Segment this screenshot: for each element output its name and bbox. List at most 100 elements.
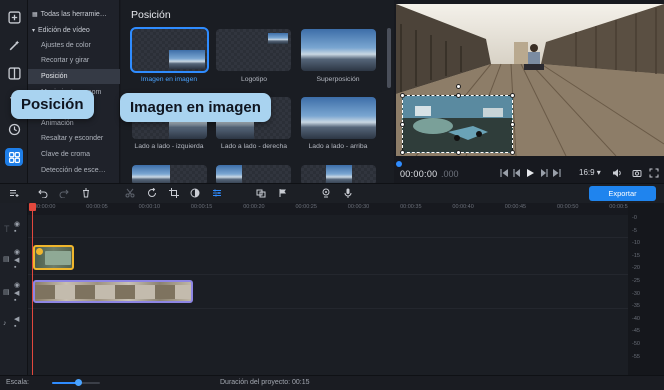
ruler-tick-label: 00:00:30 — [347, 204, 370, 210]
tooltip-position: Posición — [11, 90, 94, 119]
volume-icon[interactable]: ◀ — [14, 289, 19, 297]
overlay-clip[interactable] — [33, 245, 74, 270]
rotate-icon[interactable] — [146, 187, 158, 199]
pip-overlay[interactable] — [402, 95, 513, 153]
resize-handle[interactable] — [456, 150, 461, 155]
magic-wand-icon[interactable] — [5, 36, 23, 54]
ruler-tick-label: 00:00:10 — [138, 204, 161, 210]
lock-icon[interactable]: ▪ — [14, 323, 16, 330]
aspect-ratio-select[interactable]: 16:9 ▾ — [579, 168, 601, 177]
tile-logo[interactable] — [216, 29, 291, 71]
tile-thumbnail — [268, 33, 288, 44]
category-highlight-hide[interactable]: Resaltar y esconder — [28, 131, 120, 146]
video-preview[interactable] — [396, 4, 664, 156]
tile-more-2[interactable] — [216, 165, 291, 183]
category-label: Resaltar y esconder — [41, 135, 104, 142]
tile-side-top[interactable] — [301, 97, 376, 139]
meter-db-label: -20 — [632, 265, 640, 272]
category-color-adjust[interactable]: Ajustes de color — [28, 38, 120, 53]
clock-icon[interactable] — [5, 120, 23, 138]
tooltip-pip: Imagen en imagen — [120, 93, 271, 122]
resize-handle[interactable] — [400, 93, 405, 98]
category-position[interactable]: Posición — [28, 69, 120, 84]
chevron-down-icon: ▾ — [32, 28, 36, 34]
main-video-clip[interactable] — [33, 280, 193, 303]
transition-wizard-icon[interactable] — [255, 187, 267, 199]
lock-icon[interactable]: ▪ — [14, 297, 16, 304]
snapshot-icon[interactable] — [631, 167, 643, 179]
redo-icon[interactable] — [58, 187, 70, 199]
ruler-tick-label: 00:00:00 — [34, 204, 56, 210]
add-track-icon[interactable] — [8, 187, 20, 199]
meter-db-label: -10 — [632, 240, 640, 247]
meter-db-label: -5 — [632, 227, 637, 234]
video-track-icon[interactable]: ▤ — [3, 288, 10, 296]
webcam-icon[interactable] — [320, 187, 332, 199]
crop-icon[interactable] — [168, 187, 180, 199]
resize-handle[interactable] — [510, 150, 515, 155]
skip-start-icon[interactable] — [498, 167, 510, 179]
pip-frame — [403, 96, 512, 152]
video-track-icon[interactable]: ▤ — [3, 255, 10, 263]
tile-picture-in-picture[interactable] — [130, 27, 209, 73]
category-scene-detection[interactable]: Detección de esce… — [28, 163, 120, 178]
visibility-eye-icon[interactable]: ◉ — [14, 281, 20, 289]
export-button[interactable]: Exportar — [589, 186, 656, 201]
tile-more-3[interactable] — [301, 165, 376, 183]
tile-thumbnail — [216, 165, 242, 183]
volume-icon[interactable]: ◀ — [14, 256, 19, 264]
tile-more-1[interactable] — [132, 165, 207, 183]
play-icon[interactable] — [524, 167, 536, 179]
import-icon[interactable] — [5, 8, 23, 26]
resize-handle[interactable] — [510, 122, 515, 127]
video-editor-window: ▦ Todas las herramie… ▾ Edición de vídeo A… — [0, 0, 664, 390]
rotate-handle[interactable] — [456, 84, 461, 89]
resize-handle[interactable] — [400, 150, 405, 155]
volume-icon[interactable] — [611, 167, 623, 179]
transitions-icon[interactable] — [5, 64, 23, 82]
lock-icon[interactable]: ▪ — [14, 264, 16, 271]
resize-handle[interactable] — [456, 93, 461, 98]
tile-thumbnail — [169, 50, 205, 69]
music-track-icon[interactable]: ♪ — [3, 320, 7, 327]
category-label: Animación — [41, 120, 74, 127]
visibility-eye-icon[interactable]: ◉ — [14, 220, 20, 228]
playhead[interactable] — [32, 203, 33, 375]
clip-properties-icon[interactable] — [211, 187, 223, 199]
category-all-tools[interactable]: ▦ Todas las herramie… — [28, 7, 120, 22]
more-tools-icon[interactable] — [5, 148, 23, 166]
panel-scrollbar[interactable] — [387, 28, 391, 88]
resize-handle[interactable] — [400, 122, 405, 127]
category-label: Edición de vídeo — [38, 27, 90, 34]
grid-icon: ▦ — [32, 12, 38, 18]
ruler-tick-label: 00:00:15 — [190, 204, 213, 210]
track-headers: T ◉ ▪ ▤ ◉ ◀ ▪ ▤ ◉ ◀ ▪ ♪ ◀ ▪ — [0, 203, 28, 375]
timeline-ruler[interactable] — [28, 203, 628, 215]
visibility-eye-icon[interactable]: ◉ — [14, 248, 20, 256]
meter-db-label: -35 — [632, 303, 640, 310]
color-adjust-icon[interactable] — [189, 187, 201, 199]
track-divider — [28, 308, 628, 309]
category-chroma-key[interactable]: Clave de croma — [28, 147, 120, 162]
resize-handle[interactable] — [510, 93, 515, 98]
delete-icon[interactable] — [80, 187, 92, 199]
player-scrubber[interactable] — [396, 161, 402, 167]
marker-flag-icon[interactable] — [277, 187, 289, 199]
text-track-icon[interactable]: T — [4, 224, 10, 234]
zoom-slider-knob[interactable] — [74, 379, 82, 386]
microphone-icon[interactable] — [342, 187, 354, 199]
tile-overlay[interactable] — [301, 29, 376, 71]
undo-icon[interactable] — [37, 187, 49, 199]
clip-thumbnail — [45, 251, 71, 265]
lock-icon[interactable]: ▪ — [14, 228, 16, 235]
category-video-editing[interactable]: ▾ Edición de vídeo — [28, 23, 120, 38]
volume-icon[interactable]: ◀ — [14, 315, 19, 323]
prev-frame-icon[interactable] — [511, 167, 523, 179]
fullscreen-icon[interactable] — [648, 167, 660, 179]
category-crop-rotate[interactable]: Recortar y girar — [28, 53, 120, 68]
skip-end-icon[interactable] — [551, 167, 563, 179]
panel-title: Posición — [131, 9, 171, 21]
meter-db-label: -15 — [632, 252, 640, 259]
split-icon[interactable] — [124, 187, 136, 199]
next-frame-icon[interactable] — [538, 167, 550, 179]
